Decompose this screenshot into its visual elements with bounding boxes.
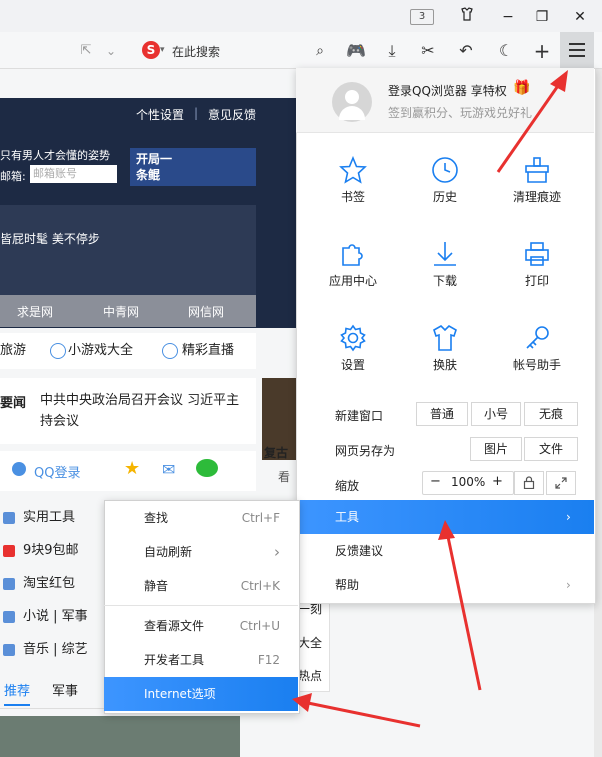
annotation-arrows — [292, 70, 568, 728]
arrow-to-menu — [496, 70, 568, 173]
arrow-to-tools — [438, 520, 482, 691]
arrow-to-internet-options — [292, 693, 421, 728]
